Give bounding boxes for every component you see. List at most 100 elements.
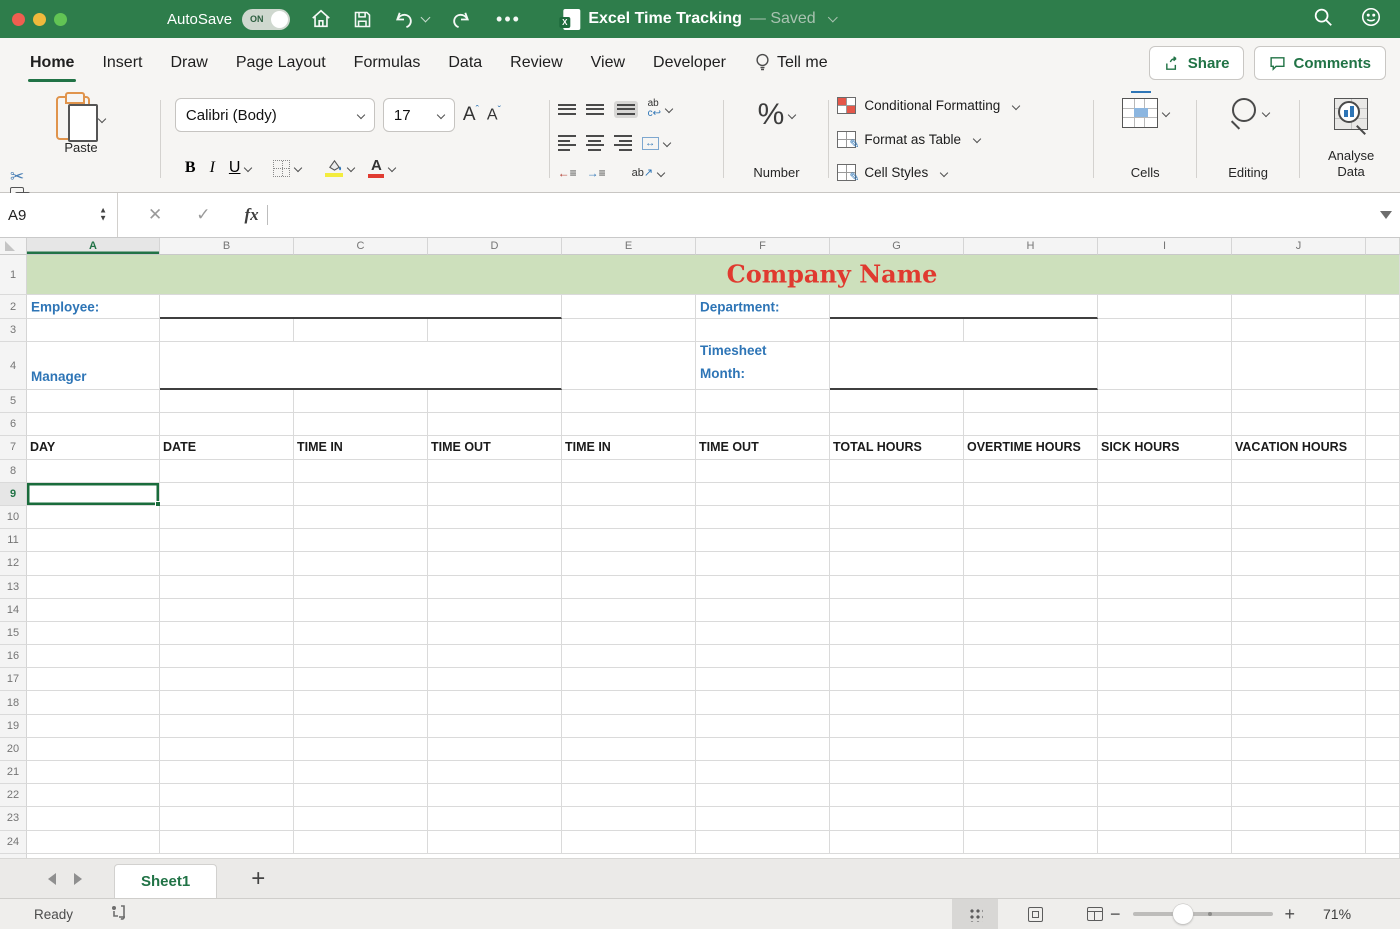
cell-A10[interactable]	[27, 506, 160, 529]
cell-D15[interactable]	[428, 622, 562, 645]
cell-B4[interactable]	[160, 342, 562, 390]
cell-J22[interactable]	[1232, 784, 1366, 807]
underline-button[interactable]: U	[229, 159, 241, 177]
tab-review[interactable]: Review	[496, 38, 576, 88]
cell-F16[interactable]	[696, 645, 830, 668]
row-header-9[interactable]: 9	[0, 483, 27, 506]
cell-F13[interactable]	[696, 576, 830, 599]
cell-J2[interactable]	[1232, 295, 1366, 319]
home-icon[interactable]	[310, 8, 332, 30]
cell-G20[interactable]	[830, 738, 964, 761]
cell-J16[interactable]	[1232, 645, 1366, 668]
cell-H5[interactable]	[964, 390, 1098, 413]
cell-G17[interactable]	[830, 668, 964, 691]
cell-A17[interactable]	[27, 668, 160, 691]
cell-K20[interactable]	[1366, 738, 1400, 761]
align-right-icon[interactable]	[614, 135, 632, 151]
cell-I9[interactable]	[1098, 483, 1232, 506]
cell-J19[interactable]	[1232, 715, 1366, 738]
cell-J18[interactable]	[1232, 691, 1366, 714]
cell-K6[interactable]	[1366, 413, 1400, 436]
cell-B20[interactable]	[160, 738, 294, 761]
cell-J13[interactable]	[1232, 576, 1366, 599]
comments-button[interactable]: Comments	[1254, 46, 1386, 80]
cell-K19[interactable]	[1366, 715, 1400, 738]
cell-F19[interactable]	[696, 715, 830, 738]
cell-A9[interactable]	[27, 483, 160, 506]
cell-C6[interactable]	[294, 413, 428, 436]
cell-J10[interactable]	[1232, 506, 1366, 529]
row-header-18[interactable]: 18	[0, 691, 27, 714]
cell-H3[interactable]	[964, 319, 1098, 342]
cell-K14[interactable]	[1366, 599, 1400, 622]
cell-F6[interactable]	[696, 413, 830, 436]
cell-J24[interactable]	[1232, 831, 1366, 854]
cell-K4[interactable]	[1366, 342, 1400, 390]
tab-tell-me[interactable]: Tell me	[740, 38, 842, 88]
cell-I10[interactable]	[1098, 506, 1232, 529]
cell-K12[interactable]	[1366, 552, 1400, 575]
cell-K23[interactable]	[1366, 807, 1400, 830]
cell-A1[interactable]: Company Name	[27, 255, 1400, 295]
cell-J17[interactable]	[1232, 668, 1366, 691]
cell-A7[interactable]: DAY	[27, 436, 160, 459]
cell-D11[interactable]	[428, 529, 562, 552]
undo-icon[interactable]	[393, 8, 429, 31]
cell-G12[interactable]	[830, 552, 964, 575]
font-color-chevron[interactable]	[388, 164, 396, 172]
cell-H7[interactable]: OVERTIME HOURS	[964, 436, 1098, 459]
align-middle-icon[interactable]	[586, 104, 604, 115]
row-header-15[interactable]: 15	[0, 622, 27, 645]
cell-K17[interactable]	[1366, 668, 1400, 691]
cell-F21[interactable]	[696, 761, 830, 784]
number-format-button[interactable]: %	[758, 98, 796, 132]
cell-C7[interactable]: TIME IN	[294, 436, 428, 459]
format-as-table-button[interactable]: ✎ Format as Table	[837, 131, 1085, 148]
cell-C15[interactable]	[294, 622, 428, 645]
cell-H10[interactable]	[964, 506, 1098, 529]
cell-J11[interactable]	[1232, 529, 1366, 552]
cell-K16[interactable]	[1366, 645, 1400, 668]
zoom-slider[interactable]	[1133, 912, 1273, 916]
cell-I2[interactable]	[1098, 295, 1232, 319]
align-top-icon[interactable]	[558, 104, 576, 115]
cell-E16[interactable]	[562, 645, 696, 668]
cell-K15[interactable]	[1366, 622, 1400, 645]
row-header-17[interactable]: 17	[0, 668, 27, 691]
cell-H15[interactable]	[964, 622, 1098, 645]
column-header-A[interactable]: A	[27, 238, 160, 255]
align-bottom-icon[interactable]	[614, 101, 638, 118]
cell-styles-button[interactable]: ✎ Cell Styles	[837, 164, 1085, 181]
cell-H12[interactable]	[964, 552, 1098, 575]
cell-C19[interactable]	[294, 715, 428, 738]
more-toolbar-icon[interactable]: •••	[496, 9, 521, 30]
cell-K13[interactable]	[1366, 576, 1400, 599]
zoom-slider-thumb[interactable]	[1173, 904, 1193, 924]
cell-B10[interactable]	[160, 506, 294, 529]
row-header-11[interactable]: 11	[0, 529, 27, 552]
cell-H19[interactable]	[964, 715, 1098, 738]
page-layout-view-button[interactable]	[1012, 899, 1058, 929]
tab-developer[interactable]: Developer	[639, 38, 740, 88]
row-header-7[interactable]: 7	[0, 436, 27, 459]
tab-draw[interactable]: Draw	[156, 38, 221, 88]
cell-A16[interactable]	[27, 645, 160, 668]
cell-K3[interactable]	[1366, 319, 1400, 342]
cell-B5[interactable]	[160, 390, 294, 413]
cell-C16[interactable]	[294, 645, 428, 668]
cell-E12[interactable]	[562, 552, 696, 575]
italic-button[interactable]: I	[210, 159, 215, 177]
macro-record-icon[interactable]	[109, 904, 129, 925]
column-header-G[interactable]: G	[830, 238, 964, 255]
cell-A12[interactable]	[27, 552, 160, 575]
cell-C18[interactable]	[294, 691, 428, 714]
cell-J12[interactable]	[1232, 552, 1366, 575]
row-header-20[interactable]: 20	[0, 738, 27, 761]
cell-J23[interactable]	[1232, 807, 1366, 830]
cell-G3[interactable]	[830, 319, 964, 342]
row-header-24[interactable]: 24	[0, 831, 27, 854]
cell-A15[interactable]	[27, 622, 160, 645]
cell-F22[interactable]	[696, 784, 830, 807]
decrease-indent-icon[interactable]: ←≡	[558, 167, 577, 179]
cell-K8[interactable]	[1366, 460, 1400, 483]
